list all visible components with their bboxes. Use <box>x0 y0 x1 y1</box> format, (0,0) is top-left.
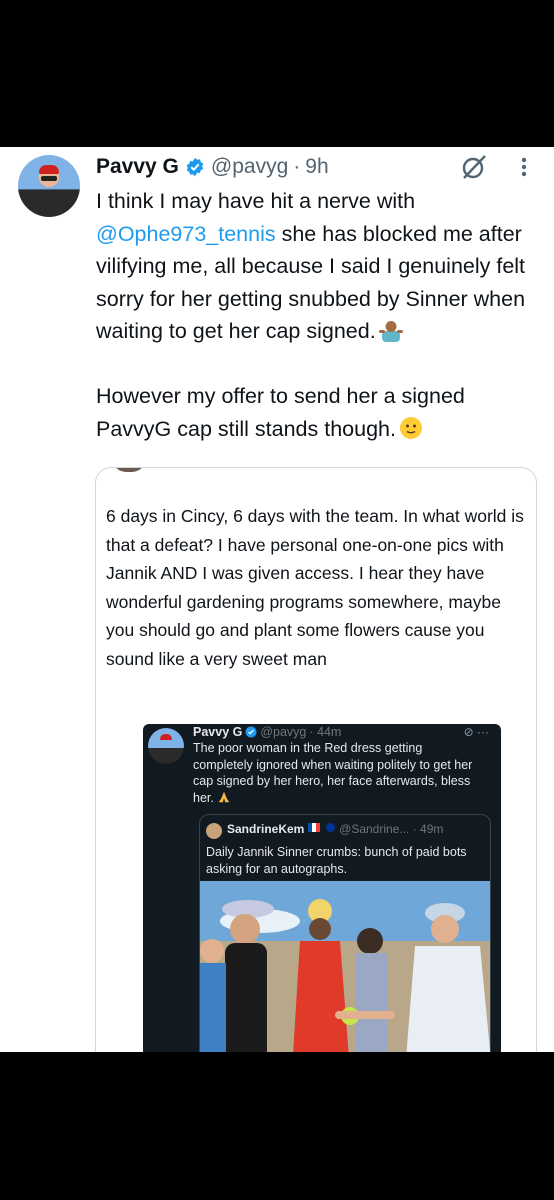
embedded-name: Pavvy G <box>193 725 243 739</box>
bottom-black-bar <box>0 1052 554 1200</box>
embedded-handle: @pavyg <box>260 725 307 739</box>
crowd-photo <box>200 881 490 1052</box>
grok-icon[interactable] <box>460 153 488 181</box>
mention-link[interactable]: @Ophe973_tennis <box>96 222 276 246</box>
embedded-header: Pavvy G @pavyg · 44m <box>193 724 341 740</box>
more-options-icon[interactable] <box>512 155 536 179</box>
embedded-screenshot[interactable]: Pavvy G @pavyg · 44m ⊘ ··· The poor woma… <box>143 724 501 1052</box>
tweet-header: Pavvy G @pavyg · 9h <box>96 152 329 182</box>
embedded-quote: SandrineKem @Sandrine... · 49m Daily Jan… <box>199 814 491 1052</box>
embedded-text-body: The poor woman in the Red dress getting … <box>193 741 473 805</box>
embedded-time: · 44m <box>309 725 342 739</box>
sq-avatar <box>206 823 222 839</box>
header-separator: · <box>293 155 301 178</box>
author-name[interactable]: Pavvy G <box>96 155 179 179</box>
verified-badge-icon <box>186 157 204 177</box>
embedded-verified-icon <box>245 726 257 738</box>
embedded-more-icon: ⊘ ··· <box>463 725 489 739</box>
embedded-avatar <box>148 728 184 764</box>
tweet-text: I think I may have hit a nerve with @Oph… <box>96 185 536 445</box>
author-handle[interactable]: @pavyg <box>211 155 288 179</box>
quoted-tweet[interactable]: 6 days in Cincy, 6 days with the team. I… <box>95 467 537 1052</box>
flag-icons <box>308 823 336 835</box>
smile-emoji <box>399 416 422 439</box>
author-avatar[interactable] <box>18 155 80 217</box>
pray-emoji <box>219 791 230 802</box>
sq-header: SandrineKem @Sandrine... · 49m <box>227 822 443 836</box>
sq-name: SandrineKem <box>227 822 305 836</box>
timestamp[interactable]: 9h <box>305 155 328 179</box>
embedded-text: The poor woman in the Red dress getting … <box>193 740 473 806</box>
tweet-text-line1: I think I may have hit a nerve with <box>96 189 416 213</box>
shrug-emoji <box>378 321 403 342</box>
sq-text: Daily Jannik Sinner crumbs: bunch of pai… <box>206 845 467 876</box>
top-black-bar <box>0 0 554 147</box>
tweet[interactable]: Pavvy G @pavyg · 9h I think I may have h… <box>0 147 554 1052</box>
sq-handle: @Sandrine... · 49m <box>339 822 444 836</box>
quoted-tweet-text: 6 days in Cincy, 6 days with the team. I… <box>106 506 524 669</box>
quoted-avatar <box>112 468 146 472</box>
